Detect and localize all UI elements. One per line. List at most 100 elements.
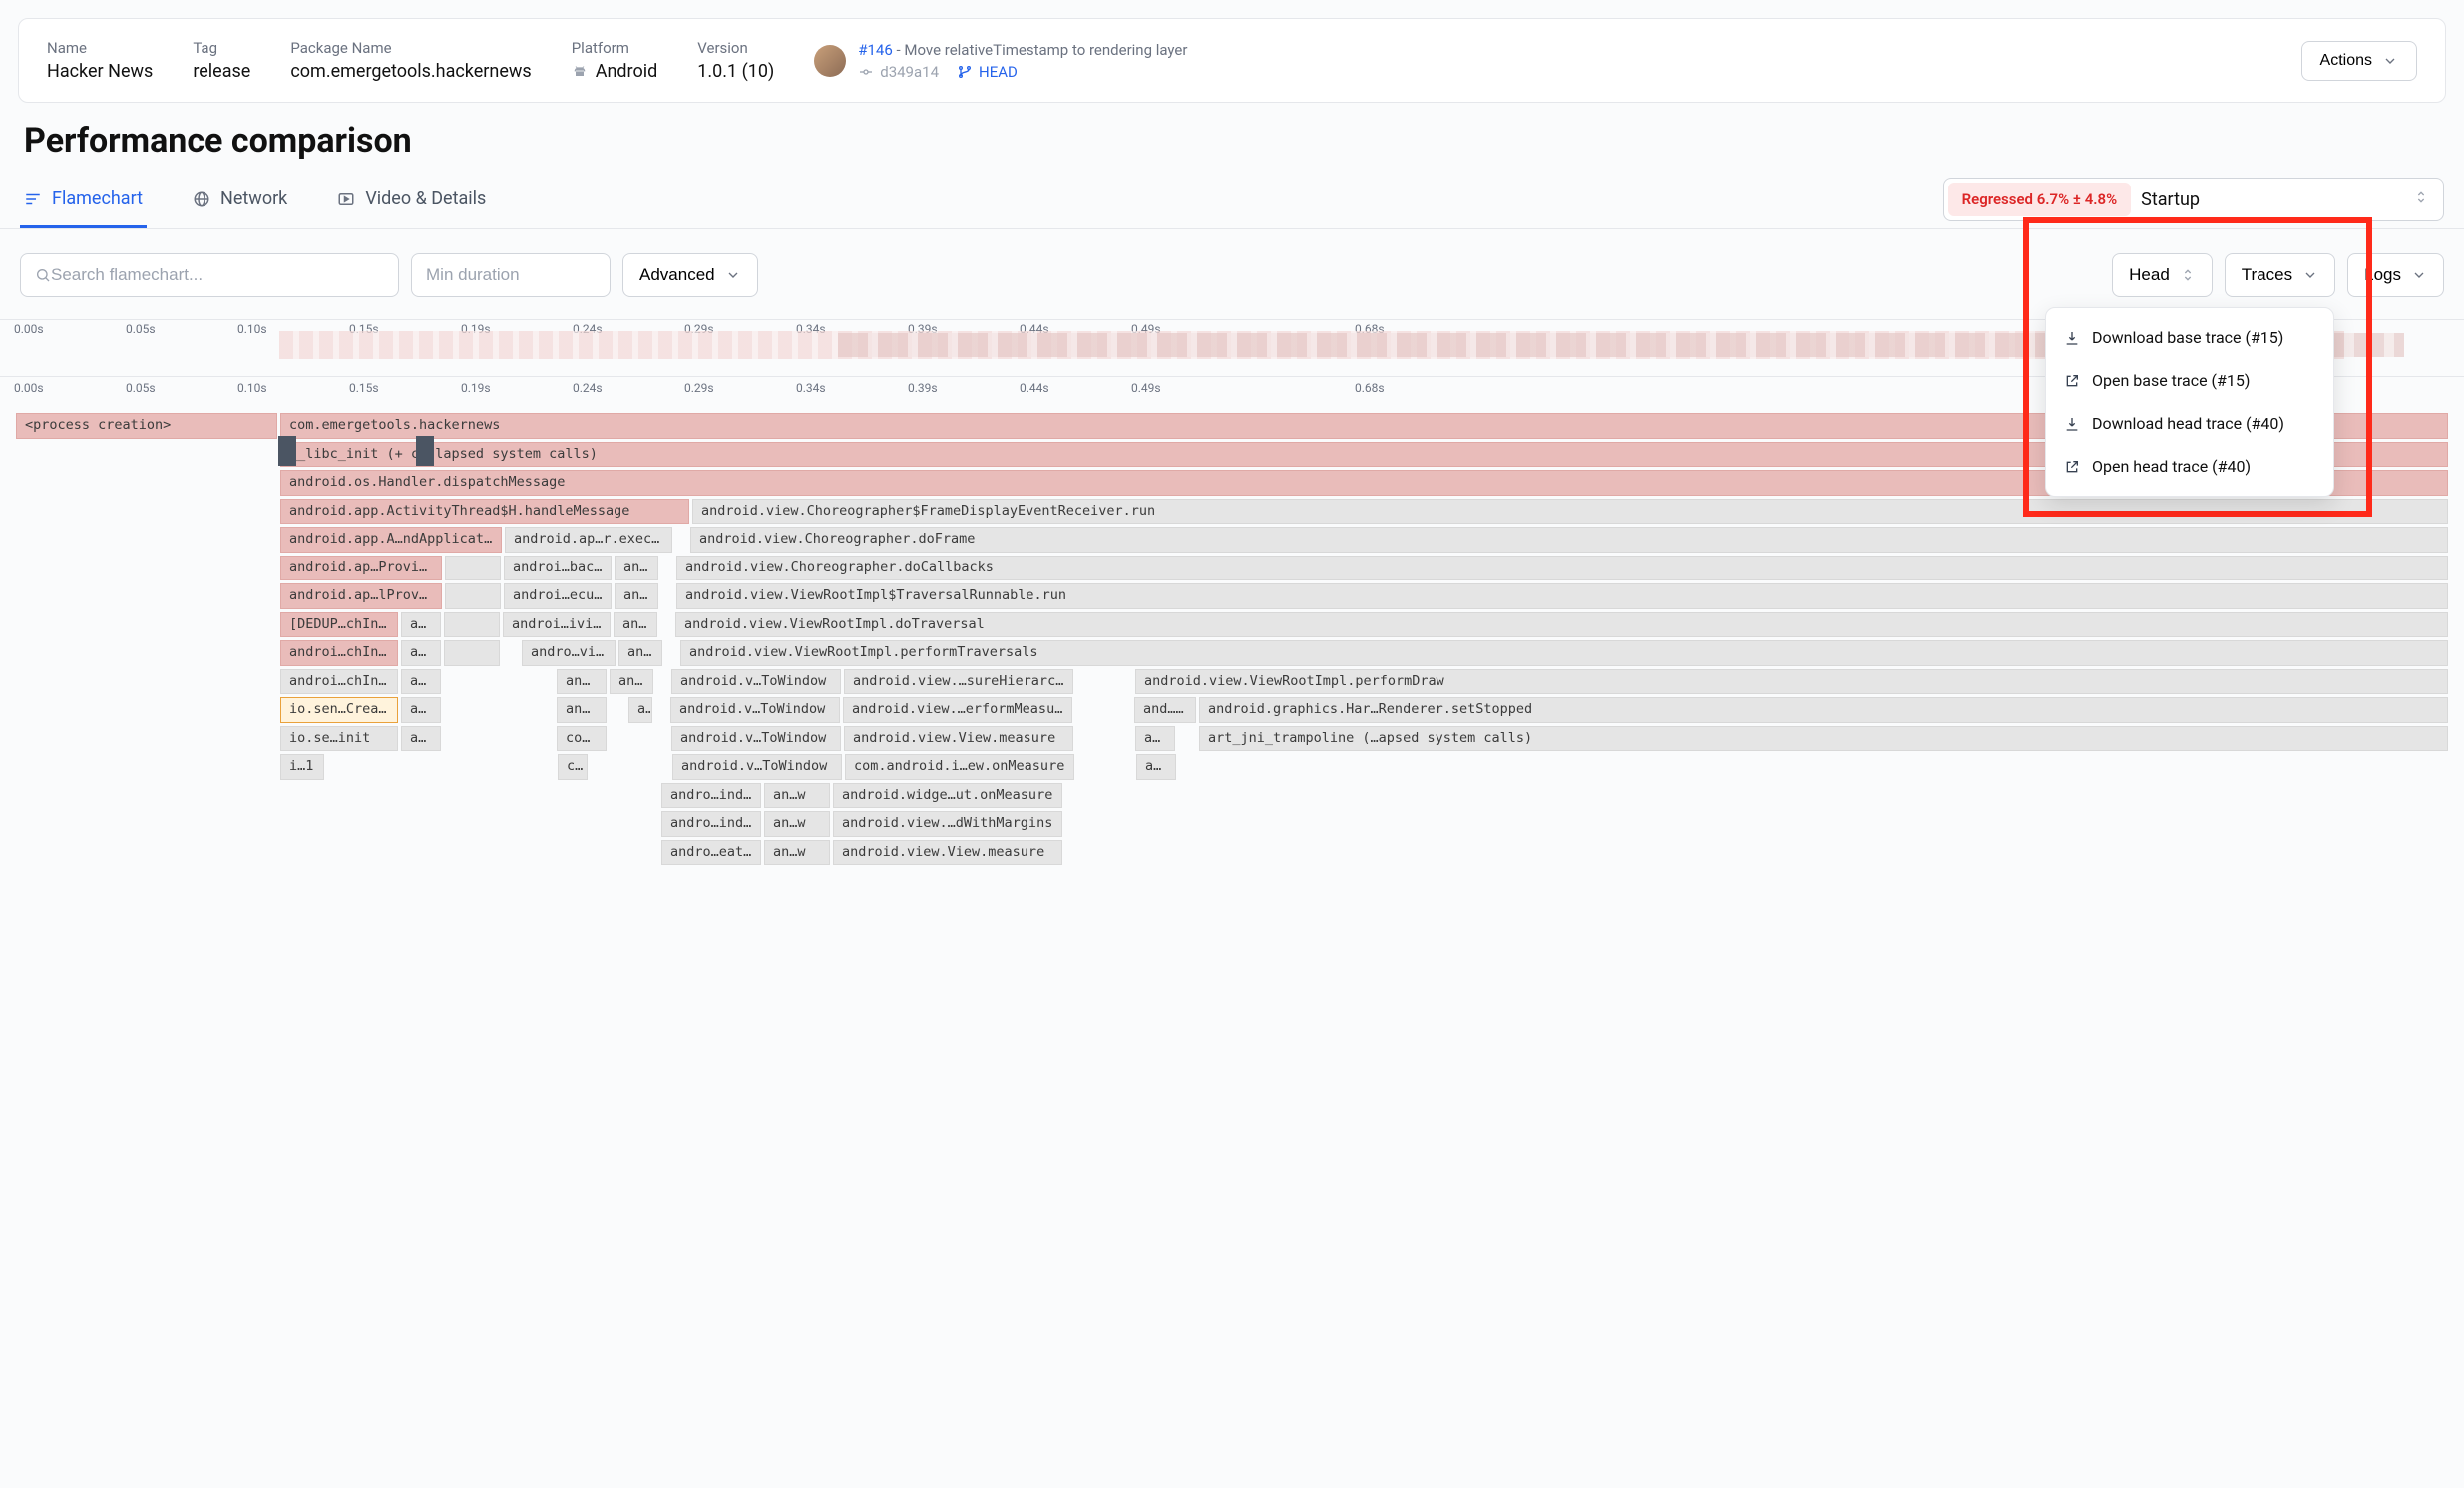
frame[interactable] [444,612,500,638]
frame[interactable]: an…ty [614,612,657,638]
min-duration-input-wrap[interactable]: ms [411,253,611,297]
frame[interactable]: andro…eated [661,840,761,866]
frame[interactable]: android.graphics.Har…Renderer.setStopped [1199,697,2448,723]
logs-button[interactable]: Logs [2347,253,2444,297]
commit-sha[interactable]: d349a14 [858,63,939,81]
search-icon [35,267,51,283]
open-head-trace[interactable]: Open head trace (#40) [2046,445,2333,488]
frame[interactable]: android.view.ViewRootImpl.performDraw [1135,669,2448,695]
download-icon [2064,416,2080,432]
frame[interactable]: androi…chInfo [280,640,398,666]
frame[interactable]: an…w [764,811,830,837]
frame[interactable] [445,583,501,609]
pr-number[interactable]: #146 [858,41,893,59]
frame[interactable]: android.view.View.measure [844,726,1073,752]
actions-button[interactable]: Actions [2301,41,2417,81]
frame[interactable]: android.v…ToWindow [671,669,841,695]
frame[interactable]: an…te [615,583,658,609]
frame[interactable]: io.se…init [280,726,398,752]
tab-flamechart[interactable]: Flamechart [20,171,147,228]
frame[interactable]: androi…ecute [504,583,612,609]
frame[interactable]: android.app.A…ndApplication [280,527,502,553]
frame[interactable]: android.ap…Providers [280,556,442,581]
frame[interactable]: andro…indow [661,783,761,809]
frame[interactable]: andro…indow [661,811,761,837]
meta-value: com.emergetools.hackernews [290,61,531,82]
frame[interactable]: a…) [1136,754,1176,780]
tab-label: Flamechart [52,188,143,209]
frame[interactable]: android.view.…dWithMargins [833,811,1062,837]
frame[interactable]: a…e [401,669,441,695]
pr-title-line[interactable]: #146 - Move relativeTimestamp to renderi… [858,41,1187,59]
frame[interactable]: andro…vity [522,640,616,666]
frame[interactable]: android.view.Choreographer.doCallbacks [676,556,2448,581]
frame[interactable]: a… [401,726,441,752]
frame[interactable]: an…te [557,697,607,723]
ruler-tick: 0.29s [684,381,796,395]
frame[interactable]: android.ap…lProvider [280,583,442,609]
frame[interactable]: android.view.View.measure [833,840,1062,866]
frame[interactable]: android.widge…ut.onMeasure [833,783,1062,809]
frame[interactable] [445,556,501,581]
frame[interactable]: an…te [615,556,658,581]
frame[interactable]: android.ap…r.execute [505,527,672,553]
marker[interactable] [278,436,296,466]
head-button[interactable]: Head [2112,253,2213,297]
open-base-trace[interactable]: Open base trace (#15) [2046,359,2333,402]
time-markers[interactable] [278,436,434,466]
frame[interactable]: <process creation> [16,413,277,439]
frame[interactable]: android.view.ViewRootImpl.performTravers… [680,640,2448,666]
marker[interactable] [416,436,434,466]
download-icon [2064,330,2080,346]
advanced-button[interactable]: Advanced [622,253,758,297]
frame[interactable]: c… [558,754,588,780]
frame[interactable]: android.v…ToWindow [671,726,841,752]
frame[interactable]: i…1 [280,754,324,780]
frame[interactable]: android.view.Choreographer.doFrame [690,527,2448,553]
frame[interactable]: android.view.ViewRootImpl$TraversalRunna… [676,583,2448,609]
traces-dropdown: Download base trace (#15) Open base trac… [2045,307,2334,497]
frame[interactable]: android.view.…erformMeasure [843,697,1072,723]
frame[interactable]: android.view.Choreographer$FrameDisplayE… [692,499,2448,525]
frame[interactable]: and…aw [1134,697,1196,723]
traces-button[interactable]: Traces [2225,253,2335,297]
frame[interactable]: art_jni_trampoline (…apsed system calls) [1199,726,2448,752]
frame[interactable]: a…o [401,640,441,666]
search-input-wrap[interactable] [20,253,399,297]
frame[interactable]: android.view.…sureHierarchy [844,669,1073,695]
frame[interactable]: a…o [401,612,441,638]
download-head-trace[interactable]: Download head trace (#40) [2046,402,2333,445]
branch-head[interactable]: HEAD [957,63,1018,81]
frame[interactable]: a…d [1135,726,1175,752]
frame[interactable]: android.app.ActivityThread$H.handleMessa… [280,499,689,525]
build-header: Name Hacker News Tag release Package Nam… [18,18,2446,103]
frame[interactable]: a… [628,697,652,723]
search-input[interactable] [51,265,384,285]
min-duration-input[interactable] [426,265,646,285]
frame[interactable]: an…w [764,840,830,866]
tab-network[interactable]: Network [189,171,291,228]
ruler-tick: 0.05s [126,322,237,336]
frame[interactable]: co…te [557,726,607,752]
frame[interactable]: android.view.ViewRootImpl.doTraversal [675,612,2448,638]
frame[interactable]: [DEDUP…chInfo [280,612,398,638]
frame[interactable]: android.v…ToWindow [670,697,840,723]
scenario-selector[interactable]: Regressed 6.7% ± 4.8% Startup [1943,178,2444,221]
chevron-down-icon [2382,53,2398,69]
tab-video[interactable]: Video & Details [333,171,490,228]
frame[interactable]: com.android.i…ew.onMeasure [845,754,1074,780]
frame[interactable]: androi…backs [504,556,612,581]
frame[interactable] [444,640,500,666]
frame[interactable]: androi…ivity [503,612,611,638]
frame-selected[interactable]: io.sen…Create [280,697,398,723]
frame[interactable]: an…w [610,669,653,695]
download-base-trace[interactable]: Download base trace (#15) [2046,316,2333,359]
frame[interactable]: androi…chInfo [280,669,398,695]
frame[interactable]: a… [401,697,441,723]
frame[interactable]: android.v…ToWindow [672,754,842,780]
meta-platform: Platform Android [572,39,658,82]
frame[interactable]: an…te [557,669,607,695]
frame[interactable]: an…w [618,640,662,666]
meta-tag: Tag release [193,39,250,82]
frame[interactable]: an…w [764,783,830,809]
